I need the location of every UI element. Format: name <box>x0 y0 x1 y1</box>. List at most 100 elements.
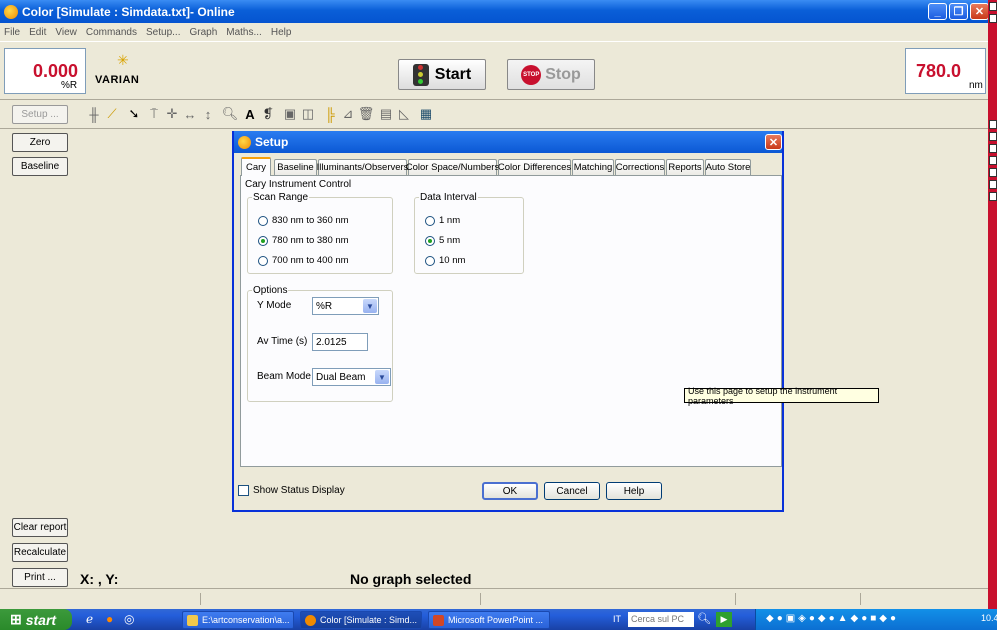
stop-sign-icon: STOP <box>521 64 542 85</box>
window-icon[interactable]: ▣ <box>282 106 298 122</box>
setup-button[interactable]: Setup ... <box>12 105 68 124</box>
task-label: E:\artconservation\a... <box>202 615 290 625</box>
data-interval-option[interactable]: 5 nm <box>425 235 460 246</box>
traffic-light-icon <box>412 63 429 86</box>
tab-matching[interactable]: Matching <box>572 159 614 175</box>
quicklaunch-firefox-icon[interactable]: ● <box>106 612 113 626</box>
radio-icon <box>258 215 268 226</box>
data-interval-option[interactable]: 1 nm <box>425 215 460 226</box>
pointer-icon[interactable]: ➘ <box>126 106 142 122</box>
beam-mode-select[interactable]: Dual Beam ▼ <box>312 368 391 386</box>
dialog-title: Setup <box>255 135 289 149</box>
strip-icon[interactable] <box>989 144 997 153</box>
av-time-input[interactable]: 2.0125 <box>312 333 368 351</box>
start-menu-button[interactable]: ⊞ start <box>0 609 72 630</box>
vertical-arrow-icon[interactable]: ↕ <box>200 106 216 122</box>
radio-selected-icon <box>425 235 435 246</box>
minimize-icon[interactable]: _ <box>928 3 947 20</box>
menu-edit[interactable]: Edit <box>29 27 46 38</box>
scan-range-option[interactable]: 780 nm to 380 nm <box>258 235 349 246</box>
maximize-icon[interactable]: ❐ <box>949 3 968 20</box>
radio-label: 5 nm <box>439 235 461 246</box>
panel-heading: Cary Instrument Control <box>245 179 352 190</box>
zero-button[interactable]: Zero <box>12 133 68 152</box>
radio-label: 1 nm <box>439 215 461 226</box>
text-icon[interactable]: A <box>242 106 258 122</box>
checkbox-label: Show Status Display <box>253 485 345 496</box>
horizontal-arrow-icon[interactable]: ↔ <box>182 106 198 122</box>
axes-scale-icon[interactable]: ⊿ <box>340 106 356 122</box>
menu-file[interactable]: File <box>4 27 20 38</box>
tray-icons[interactable]: ◆●▣◈●◆●▲◆●■◆● <box>766 613 899 624</box>
strip-icon[interactable] <box>989 2 997 11</box>
strip-icon[interactable] <box>989 168 997 177</box>
baseline-button[interactable]: Baseline <box>12 157 68 176</box>
quicklaunch-ie-icon[interactable]: ℯ <box>86 612 93 626</box>
vertical-cursor-icon[interactable]: ⍑ <box>146 106 162 122</box>
y-mode-select[interactable]: %R ▼ <box>312 297 379 315</box>
tab-corrections[interactable]: Corrections <box>615 159 665 175</box>
task-powerpoint[interactable]: Microsoft PowerPoint ... <box>428 611 550 629</box>
start-label: Start <box>434 65 472 83</box>
calculator-icon[interactable]: ▦ <box>418 106 434 122</box>
av-time-value: 2.0125 <box>316 336 347 348</box>
tab-baseline[interactable]: Baseline <box>274 159 317 175</box>
desktop-search-input[interactable]: Cerca sul PC <box>628 612 694 627</box>
start-button[interactable]: Start <box>398 59 486 90</box>
trash-icon[interactable]: 🗑︎ <box>358 106 375 122</box>
scan-range-option[interactable]: 700 nm to 400 nm <box>258 255 349 266</box>
strip-icon[interactable] <box>989 192 997 201</box>
split-window-icon[interactable]: ◫ <box>300 106 316 122</box>
cursor-lines-icon[interactable]: ╫ <box>86 106 102 122</box>
task-explorer[interactable]: E:\artconservation\a... <box>182 611 294 629</box>
data-interval-option[interactable]: 10 nm <box>425 255 465 266</box>
search-go-icon[interactable]: ▶ <box>716 612 732 627</box>
language-indicator[interactable]: IT <box>613 614 621 624</box>
menu-maths[interactable]: Maths... <box>226 27 262 38</box>
tab-reports[interactable]: Reports <box>666 159 704 175</box>
chart-icon[interactable]: ◺ <box>396 106 412 122</box>
zoom-icon[interactable]: 🔍︎ <box>222 106 239 122</box>
radio-icon <box>425 255 435 266</box>
help-button[interactable]: Help <box>606 482 662 500</box>
search-icon[interactable]: 🔍︎ <box>697 612 711 625</box>
cross-cursor-icon[interactable]: ✛ <box>164 106 180 122</box>
dialog-close-icon[interactable]: ✕ <box>765 134 782 150</box>
dialog-app-icon <box>238 135 251 149</box>
cary-tab-panel: Cary Instrument Control Scan Range 830 n… <box>240 175 782 467</box>
system-tray: ◆●▣◈●◆●▲◆●■◆● 10.4 <box>755 609 997 630</box>
strip-icon[interactable] <box>989 120 997 129</box>
strip-icon[interactable] <box>989 180 997 189</box>
clear-report-button[interactable]: Clear report <box>12 518 68 537</box>
quicklaunch-chrome-icon[interactable]: ◎ <box>124 612 134 626</box>
close-icon[interactable]: ✕ <box>970 3 989 20</box>
axes-icon[interactable]: ╠ <box>322 106 338 122</box>
menu-help[interactable]: Help <box>271 27 292 38</box>
tab-cary[interactable]: Cary <box>241 157 271 176</box>
strip-icon[interactable] <box>989 132 997 141</box>
checkbox-icon <box>238 485 249 496</box>
radio-selected-icon <box>258 235 268 246</box>
task-color-app[interactable]: Color [Simulate : Simd... <box>300 611 422 629</box>
print-button[interactable]: Print ... <box>12 568 68 587</box>
scan-range-option[interactable]: 830 nm to 360 nm <box>258 215 349 226</box>
format-icon[interactable]: ❡ <box>260 106 276 122</box>
tab-auto-store[interactable]: Auto Store <box>705 159 751 175</box>
tab-illuminants-observers[interactable]: Illuminants/Observers <box>317 159 408 175</box>
graph-icon[interactable]: ⟋ <box>104 106 120 122</box>
menu-view[interactable]: View <box>55 27 77 38</box>
menu-graph[interactable]: Graph <box>189 27 217 38</box>
tab-color-differences[interactable]: Color Differences <box>498 159 571 175</box>
ok-button[interactable]: OK <box>482 482 538 500</box>
strip-icon[interactable] <box>989 14 997 23</box>
show-status-checkbox[interactable]: Show Status Display <box>238 485 345 496</box>
task-label: Color [Simulate : Simd... <box>320 615 418 625</box>
recalculate-button[interactable]: Recalculate <box>12 543 68 562</box>
stop-button[interactable]: STOP Stop <box>507 59 595 90</box>
menu-commands[interactable]: Commands <box>86 27 137 38</box>
strip-icon[interactable] <box>989 156 997 165</box>
cancel-button[interactable]: Cancel <box>544 482 600 500</box>
tab-color-space-numbers[interactable]: Color Space/Numbers <box>406 159 499 175</box>
menu-setup[interactable]: Setup... <box>146 27 180 38</box>
report-icon[interactable]: ▤ <box>378 106 394 122</box>
